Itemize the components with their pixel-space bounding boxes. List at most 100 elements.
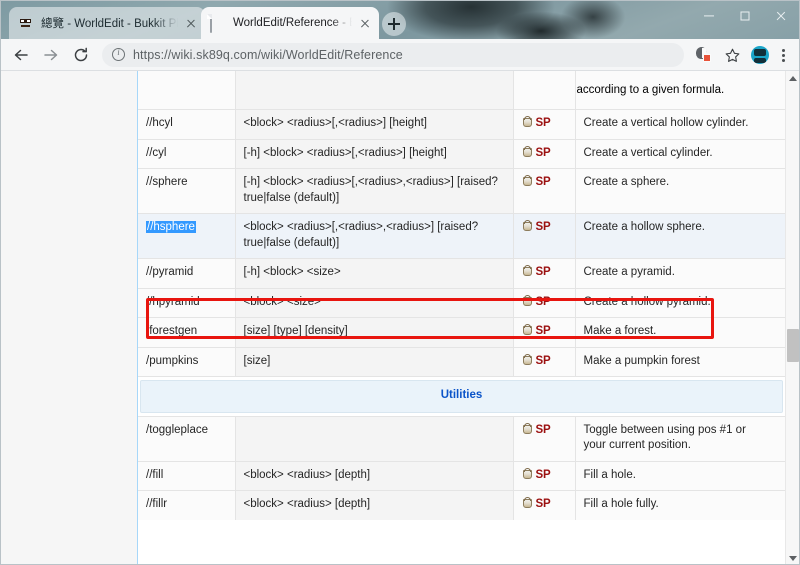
command-args: [-h] <block> <radius>[,<radius>,<radius>… [243, 176, 498, 204]
command-args: [size] [type] [density] [243, 325, 348, 337]
table-row[interactable]: //hpyramid <block> <size> SP Create a ho… [138, 287, 785, 318]
bookmark-star-icon[interactable] [719, 42, 745, 68]
tab-title-2: WorldEdit/Reference - EngineH [233, 17, 352, 29]
command-description: Make a pumpkin forest [583, 354, 700, 367]
cookie-blocked-icon[interactable] [691, 42, 717, 68]
platform-badge-label: SP [535, 325, 551, 337]
table-row[interactable]: //fill <block> <radius> [depth] SP Fill … [138, 460, 785, 491]
bucket-icon [522, 294, 533, 306]
platform-badge-label: SP [535, 498, 551, 510]
section-header-utilities: Utilities [140, 380, 783, 413]
bucket-icon [522, 116, 533, 127]
platform-badge-label: SP [535, 117, 551, 129]
three-dot-menu-icon[interactable] [774, 42, 792, 68]
platform-badge-label: SP [535, 423, 551, 436]
command-description: Toggle between using pos #1 or your curr… [583, 423, 746, 452]
back-arrow-icon[interactable] [8, 42, 34, 68]
scroll-thumb[interactable] [787, 329, 799, 362]
browser-tab-1[interactable]: 總覽 - WorldEdit - Bukkit Plugin [9, 7, 205, 39]
command-description: Create a vertical hollow cylinder. [583, 117, 749, 129]
maximize-button[interactable] [727, 1, 763, 31]
command-args: [size] [243, 354, 271, 367]
platform-badge-label: SP [535, 221, 551, 233]
table-section-header-row: Utilities [138, 376, 785, 416]
tab-close-icon-1[interactable] [183, 15, 199, 31]
command-name[interactable]: //fillr [146, 498, 167, 510]
command-name[interactable]: //cyl [146, 147, 166, 159]
bucket-icon [522, 145, 533, 157]
bucket-icon [522, 497, 533, 508]
tab-close-icon-2[interactable] [357, 15, 373, 31]
wiki-page: according to a given formula. //hcyl <bl… [1, 71, 785, 564]
wiki-sidebar [1, 71, 138, 564]
command-args: <block> <radius> [depth] [243, 468, 371, 481]
table-row-highlighted[interactable]: //hsphere <block> <radius>[,<radius>,<ra… [138, 213, 785, 259]
browser-toolbar: https://wiki.sk89q.com/wiki/WorldEdit/Re… [1, 39, 799, 71]
browser-window: 總覽 - WorldEdit - Bukkit Plugin WorldEdit… [0, 0, 800, 565]
table-row[interactable]: /forestgen [size] [type] [density] SP Ma… [138, 317, 785, 347]
partial-description-text: according to a given formula. [576, 83, 725, 96]
command-name-selected[interactable]: //hsphere [146, 221, 196, 233]
bucket-icon [522, 467, 533, 479]
scroll-up-arrow[interactable] [786, 71, 799, 85]
command-name[interactable]: //sphere [146, 176, 188, 188]
bucket-icon [522, 324, 533, 335]
table-row[interactable]: //sphere [-h] <block> <radius>[,<radius>… [138, 168, 785, 214]
command-args: [-h] <block> <radius>[,<radius>] [height… [243, 146, 447, 159]
platform-badge-label: SP [535, 295, 551, 308]
window-controls [691, 1, 799, 31]
command-args: <block> <radius> [depth] [243, 498, 371, 510]
command-description: Create a hollow pyramid. [583, 295, 711, 308]
bucket-icon [522, 265, 533, 276]
url-text: https://wiki.sk89q.com/wiki/WorldEdit/Re… [133, 47, 403, 62]
table-row[interactable]: //hcyl <block> <radius>[,<radius>] [heig… [138, 109, 785, 139]
bucket-icon [522, 175, 533, 186]
bucket-icon [522, 353, 533, 365]
command-description: Create a hollow sphere. [583, 221, 705, 233]
command-name[interactable]: //fill [146, 469, 163, 481]
close-button[interactable] [763, 1, 799, 31]
command-name[interactable]: /pumpkins [146, 355, 198, 367]
profile-avatar-icon[interactable] [747, 42, 773, 68]
command-table-body: //hcyl <block> <radius>[,<radius>] [heig… [138, 109, 785, 520]
bucket-icon [522, 220, 533, 231]
site-info-icon[interactable] [112, 47, 125, 61]
scroll-down-arrow[interactable] [786, 551, 799, 564]
command-name[interactable]: /toggleplace [146, 424, 208, 436]
command-args: [-h] <block> <size> [243, 266, 341, 278]
command-description: Fill a hole. [583, 468, 636, 481]
forward-arrow-icon[interactable] [38, 42, 64, 68]
platform-badge-label: SP [535, 146, 551, 159]
document-icon [210, 14, 226, 33]
command-description: Make a forest. [583, 325, 657, 337]
platform-badge-label: SP [535, 176, 551, 188]
browser-tab-2[interactable]: WorldEdit/Reference - EngineH [201, 7, 379, 39]
command-description: Fill a hole fully. [583, 498, 659, 510]
command-args: <block> <size> [243, 295, 321, 308]
tab-strip: 總覽 - WorldEdit - Bukkit Plugin WorldEdit… [1, 1, 799, 39]
table-row[interactable]: /toggleplace SP Toggle between using pos… [138, 415, 785, 461]
wiki-content: according to a given formula. //hcyl <bl… [138, 71, 785, 564]
command-args: <block> <radius>[,<radius>,<radius>] [ra… [243, 221, 479, 249]
command-name[interactable]: //hcyl [146, 117, 173, 129]
command-table: //hcyl <block> <radius>[,<radius>] [heig… [138, 109, 785, 520]
table-row[interactable]: /pumpkins [size] SP Make a pumpkin fores… [138, 346, 785, 377]
platform-badge-label: SP [535, 468, 551, 481]
minimize-button[interactable] [691, 1, 727, 31]
platform-badge-label: SP [535, 354, 551, 367]
command-description: Create a sphere. [583, 176, 670, 188]
command-name[interactable]: //hpyramid [146, 296, 200, 308]
reload-icon[interactable] [68, 42, 94, 68]
command-args: <block> <radius>[,<radius>] [height] [243, 117, 427, 129]
command-description: Create a pyramid. [583, 266, 675, 278]
table-row[interactable]: //pyramid [-h] <block> <size> SP Create … [138, 258, 785, 288]
command-name[interactable]: //pyramid [146, 266, 193, 278]
table-row-partial-bottom[interactable]: //fillr <block> <radius> [depth] SP Fill… [138, 490, 785, 520]
address-bar[interactable]: https://wiki.sk89q.com/wiki/WorldEdit/Re… [102, 42, 684, 67]
table-row[interactable]: //cyl [-h] <block> <radius>[,<radius>] [… [138, 138, 785, 169]
page-scrollbar[interactable] [785, 71, 799, 564]
platform-badge-label: SP [535, 266, 551, 278]
command-name[interactable]: /forestgen [146, 325, 197, 337]
new-tab-button[interactable] [382, 12, 406, 36]
creeper-icon [18, 15, 34, 31]
